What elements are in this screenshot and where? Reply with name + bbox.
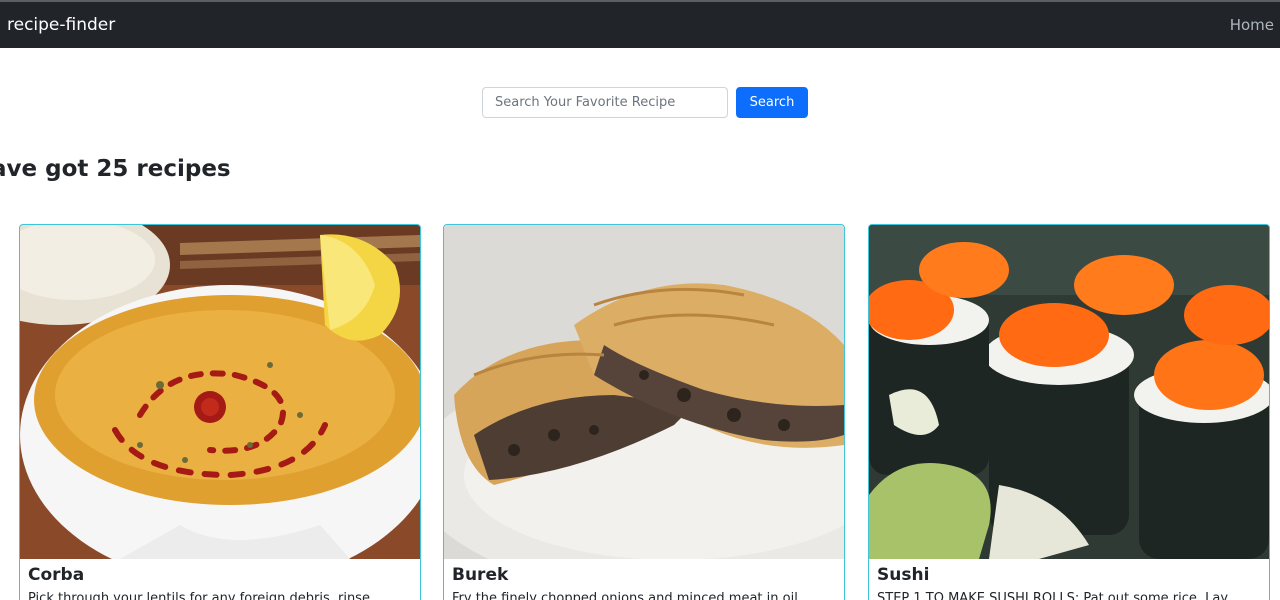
results-heading: ave got 25 recipes: [0, 156, 231, 182]
recipe-title: Corba: [28, 565, 85, 585]
recipe-card[interactable]: Sushi STEP 1 TO MAKE SUSHI ROLLS: Pat ou…: [868, 224, 1270, 600]
search-input[interactable]: [482, 87, 728, 118]
nav-home-link[interactable]: Home: [1230, 16, 1274, 34]
recipe-description: Fry the finely chopped onions and minced…: [452, 591, 798, 600]
search-form: Search: [482, 87, 808, 118]
burek-pastry-image: [444, 225, 844, 559]
top-navbar: recipe-finder Home: [0, 0, 1280, 48]
recipe-card[interactable]: Corba Pick through your lentils for any …: [19, 224, 421, 600]
soup-bowl-image: [20, 225, 420, 559]
recipe-description: Pick through your lentils for any foreig…: [28, 591, 370, 600]
brand-link[interactable]: recipe-finder: [7, 15, 115, 35]
recipe-description: STEP 1 TO MAKE SUSHI ROLLS: Pat out some…: [877, 591, 1229, 600]
recipe-title: Sushi: [877, 565, 930, 585]
recipe-card[interactable]: Burek Fry the finely chopped onions and …: [443, 224, 845, 600]
recipe-title: Burek: [452, 565, 509, 585]
sushi-rolls-image: [869, 225, 1269, 559]
search-button[interactable]: Search: [736, 87, 808, 118]
